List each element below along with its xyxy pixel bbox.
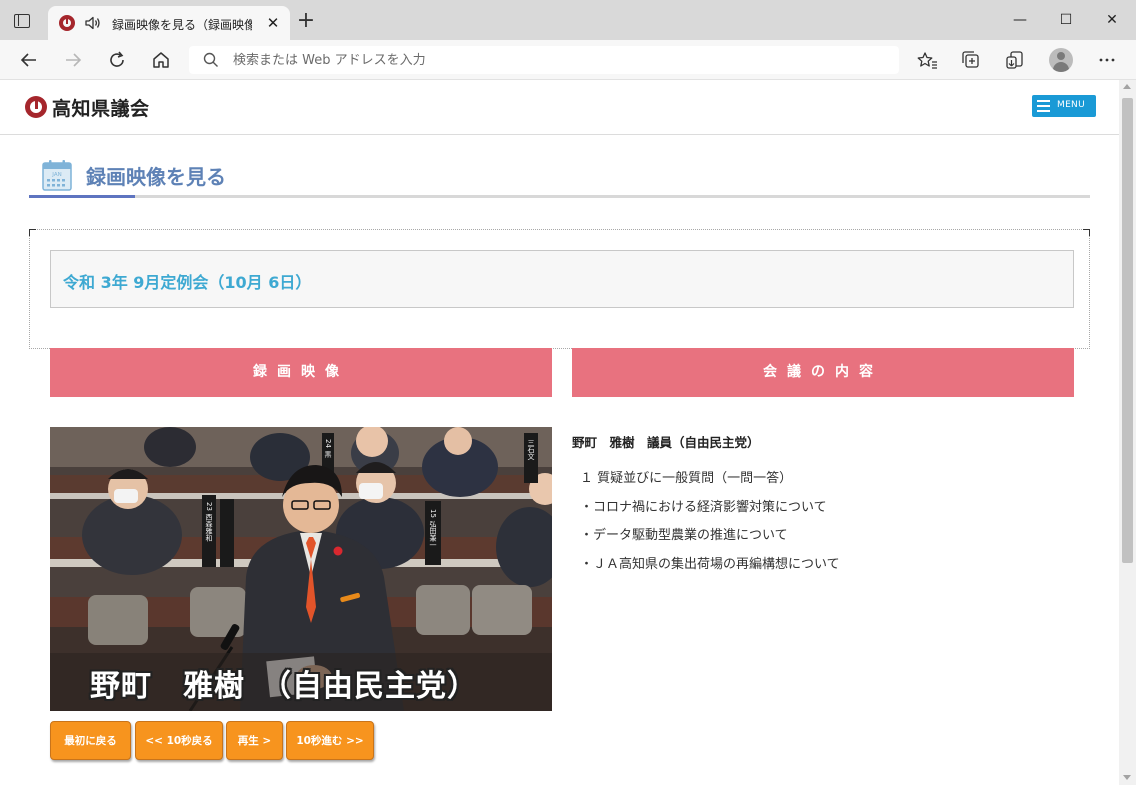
nameplate-3: 24 黒 xyxy=(324,439,332,458)
calendar-icon: JAN xyxy=(42,160,72,191)
browser-tab-bar: 録画映像を見る（録画映像） ✕ + — ☐ ✕ xyxy=(0,0,1136,40)
site-logo-text[interactable]: 高知県議会 xyxy=(52,94,150,121)
assembly-logo-icon[interactable] xyxy=(25,96,47,118)
browser-toolbar xyxy=(0,40,1136,80)
title-underline-accent xyxy=(29,195,135,198)
menu-button[interactable]: MENU xyxy=(1032,95,1096,117)
new-tab-icon[interactable]: + xyxy=(296,10,316,32)
hamburger-icon xyxy=(1037,100,1050,112)
back-arrow-icon[interactable] xyxy=(17,48,41,72)
address-input[interactable] xyxy=(233,50,873,70)
search-icon xyxy=(203,52,218,67)
forward-10-seconds-button[interactable]: 10秒進む >> xyxy=(286,721,374,760)
agenda-item: ・ＪＡ高知県の集出荷場の再編構想について xyxy=(580,557,840,572)
back-10-seconds-button[interactable]: << 10秒戻る xyxy=(135,721,223,760)
nameplate-4: 三石文 xyxy=(527,439,535,461)
play-button[interactable]: 再生 > xyxy=(226,721,283,760)
nameplate-2: 15 弘田兼一 xyxy=(429,509,437,548)
video-player[interactable]: 23 西森雅和 15 弘田兼一 24 黒 三石文 野町 雅樹 （自由民主党） xyxy=(50,427,552,711)
member-name: 野町 雅樹 議員（自由民主党） xyxy=(572,435,760,450)
section-header-content: 会議の内容 xyxy=(572,348,1074,397)
scroll-up-icon[interactable] xyxy=(1123,84,1131,89)
session-frame: 令和 3年 9月定例会（10月 6日） xyxy=(29,229,1090,349)
session-box: 令和 3年 9月定例会（10月 6日） xyxy=(50,250,1074,308)
favorites-icon[interactable] xyxy=(915,48,939,72)
page-title: 録画映像を見る xyxy=(86,165,226,189)
video-caption: 野町 雅樹 （自由民主党） xyxy=(90,669,478,704)
home-icon[interactable] xyxy=(149,48,173,72)
agenda-item: ・データ駆動型農業の推進について xyxy=(580,528,788,543)
window-close-icon[interactable]: ✕ xyxy=(1102,10,1122,30)
site-favicon-icon xyxy=(59,15,75,31)
maximize-icon[interactable]: ☐ xyxy=(1056,10,1076,30)
browser-tab[interactable]: 録画映像を見る（録画映像） ✕ xyxy=(48,6,290,40)
page-title-row: JAN 録画映像を見る xyxy=(29,155,1090,200)
more-options-icon[interactable] xyxy=(1095,48,1119,72)
calendar-icon-label: JAN xyxy=(51,172,61,178)
minimize-icon[interactable]: — xyxy=(1010,10,1030,30)
page-viewport: 高知県議会 MENU JAN 録画映像を見る 令和 3年 9月定例会（10月 6… xyxy=(0,80,1136,785)
profile-avatar-icon[interactable] xyxy=(1049,48,1073,72)
extensions-icon[interactable] xyxy=(1003,48,1027,72)
refresh-icon[interactable] xyxy=(105,48,129,72)
scroll-down-icon[interactable] xyxy=(1123,775,1131,780)
page-scrollbar[interactable] xyxy=(1119,80,1136,785)
scroll-thumb[interactable] xyxy=(1122,98,1133,563)
rewind-to-start-button[interactable]: 最初に戻る xyxy=(50,721,131,760)
agenda-item: １ 質疑並びに一般質問（一問一答） xyxy=(580,471,793,486)
menu-button-label: MENU xyxy=(1057,100,1085,110)
tab-close-icon[interactable]: ✕ xyxy=(264,14,282,32)
tab-actions-icon[interactable] xyxy=(14,14,30,28)
audio-playing-icon[interactable] xyxy=(84,14,102,32)
agenda-item: ・コロナ禍における経済影響対策について xyxy=(580,500,827,515)
section-header-video: 録画映像 xyxy=(50,348,552,397)
address-bar[interactable] xyxy=(189,46,899,74)
tab-title: 録画映像を見る（録画映像） xyxy=(112,18,252,32)
title-underline xyxy=(29,195,1090,198)
site-header: 高知県議会 MENU xyxy=(0,80,1119,135)
nameplate-1: 23 西森雅和 xyxy=(205,502,213,542)
forward-arrow-icon[interactable] xyxy=(61,48,85,72)
collections-icon[interactable] xyxy=(959,48,983,72)
session-title: 令和 3年 9月定例会（10月 6日） xyxy=(63,273,312,292)
